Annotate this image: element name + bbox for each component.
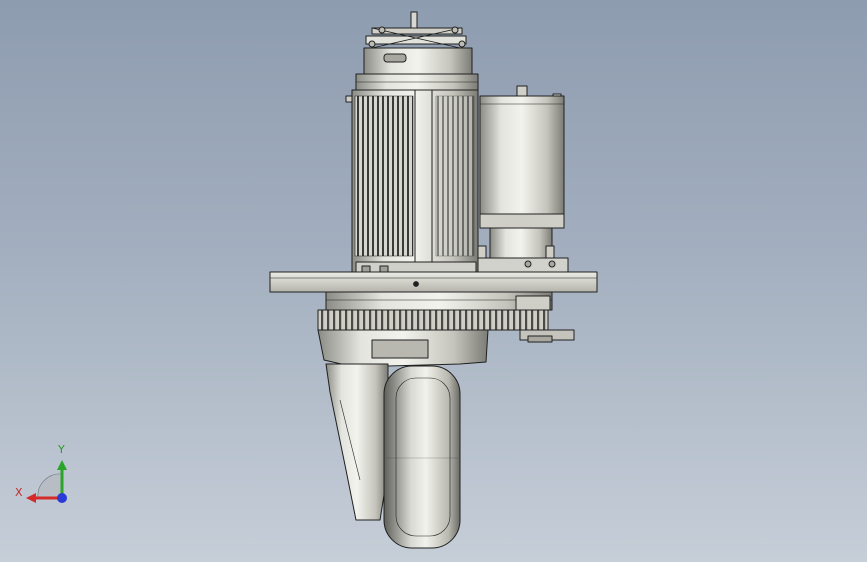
triad-x-label: X	[15, 486, 23, 499]
view-orientation-triad-icon	[26, 460, 67, 503]
drive-wheel[interactable]	[383, 365, 461, 549]
cad-graphics-viewport[interactable]: Y X	[0, 0, 867, 562]
traction-motor[interactable]	[345, 89, 479, 273]
triad-y-label: Y	[58, 443, 65, 456]
brake-motor-cylinder[interactable]	[477, 85, 569, 273]
mounting-plate[interactable]	[269, 271, 598, 293]
drive-wheel-assembly-model[interactable]	[0, 0, 867, 562]
motor-top-cap[interactable]	[355, 11, 479, 91]
